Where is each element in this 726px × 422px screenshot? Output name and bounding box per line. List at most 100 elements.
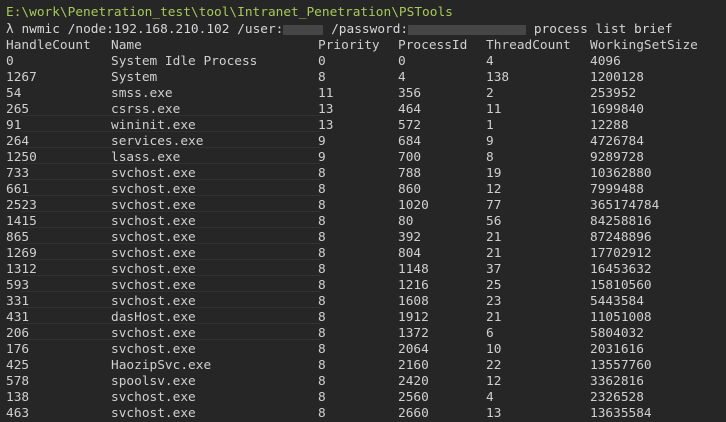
- cell-name: svchost.exe: [111, 166, 196, 181]
- table-row: 425 HaozipSvc.exe 8 2160 22 13557760: [0, 358, 726, 374]
- cell-workingsetsize: 16453632: [590, 262, 652, 277]
- table-row: 865 svchost.exe 8 392 21 87248896: [0, 230, 726, 246]
- header-handlecount: HandleCount: [6, 38, 91, 53]
- cell-processid: 684: [398, 134, 422, 149]
- table-row: 2523 svchost.exe 8 1020 77 365174784: [0, 198, 726, 214]
- cell-handlecount: 661: [6, 182, 30, 197]
- cell-workingsetsize: 13635584: [590, 406, 652, 421]
- cell-processid: 2420: [398, 374, 429, 389]
- table-row: 733 svchost.exe 8 788 19 10362880: [0, 166, 726, 182]
- cell-name: System: [111, 70, 158, 85]
- table-row: 0 System Idle Process 0 0 4 4096: [0, 54, 726, 70]
- cell-processid: 1372: [398, 326, 429, 341]
- cell-priority: 8: [318, 374, 326, 389]
- cell-processid: 1148: [398, 262, 429, 277]
- cell-handlecount: 1312: [6, 262, 37, 277]
- cell-priority: 8: [318, 406, 326, 421]
- cell-handlecount: 138: [6, 390, 30, 405]
- cell-processid: 2660: [398, 406, 429, 421]
- cell-threadcount: 2: [486, 86, 494, 101]
- table-row: 1415 svchost.exe 8 80 56 84258816: [0, 214, 726, 230]
- cell-processid: 0: [398, 54, 406, 69]
- command-line[interactable]: λ nwmic /node:192.168.210.102 /user: /pa…: [6, 22, 673, 38]
- cell-handlecount: 1415: [6, 214, 37, 229]
- cell-name: svchost.exe: [111, 294, 196, 309]
- cell-workingsetsize: 87248896: [590, 230, 652, 245]
- header-processid: ProcessId: [398, 38, 468, 53]
- terminal-window[interactable]: E:\work\Penetration_test\tool\Intranet_P…: [0, 0, 726, 422]
- cell-priority: 8: [318, 342, 326, 357]
- cell-handlecount: 265: [6, 102, 30, 117]
- cell-handlecount: 0: [6, 54, 14, 69]
- cell-priority: 11: [318, 86, 334, 101]
- cell-processid: 804: [398, 246, 422, 261]
- cell-processid: 4: [398, 70, 406, 85]
- cell-priority: 8: [318, 198, 326, 213]
- cell-threadcount: 1: [486, 118, 494, 133]
- cell-workingsetsize: 13557760: [590, 358, 652, 373]
- cell-handlecount: 264: [6, 134, 30, 149]
- cell-name: svchost.exe: [111, 390, 196, 405]
- cell-threadcount: 77: [486, 198, 502, 213]
- cell-processid: 2160: [398, 358, 429, 373]
- cell-name: svchost.exe: [111, 262, 196, 277]
- cell-threadcount: 12: [486, 182, 502, 197]
- cell-threadcount: 11: [486, 102, 502, 117]
- table-row: 593 svchost.exe 8 1216 25 15810560: [0, 278, 726, 294]
- cell-name: smss.exe: [111, 86, 173, 101]
- table-row: 265 csrss.exe 13 464 11 1699840: [0, 102, 726, 118]
- header-priority: Priority: [318, 38, 380, 53]
- cell-name: wininit.exe: [111, 118, 196, 133]
- cell-workingsetsize: 2031616: [590, 342, 644, 357]
- cell-name: svchost.exe: [111, 230, 196, 245]
- table-row: 1250 lsass.exe 9 700 8 9289728: [0, 150, 726, 166]
- cell-handlecount: 331: [6, 294, 30, 309]
- cell-processid: 2560: [398, 390, 429, 405]
- cell-processid: 464: [398, 102, 422, 117]
- table-row: 1269 svchost.exe 8 804 21 17702912: [0, 246, 726, 262]
- cell-processid: 1912: [398, 310, 429, 325]
- cell-threadcount: 37: [486, 262, 502, 277]
- command-text-password: /password:: [323, 22, 409, 37]
- cell-priority: 8: [318, 246, 326, 261]
- cell-threadcount: 56: [486, 214, 502, 229]
- cell-handlecount: 431: [6, 310, 30, 325]
- table-row: 1267 System 8 4 138 1200128: [0, 70, 726, 86]
- cell-handlecount: 593: [6, 278, 30, 293]
- cell-workingsetsize: 2326528: [590, 390, 644, 405]
- table-row: 206 svchost.exe 8 1372 6 5804032: [0, 326, 726, 342]
- cell-handlecount: 865: [6, 230, 30, 245]
- cell-name: svchost.exe: [111, 214, 196, 229]
- cell-name: HaozipSvc.exe: [111, 358, 212, 373]
- cell-name: svchost.exe: [111, 198, 196, 213]
- cell-workingsetsize: 4096: [590, 54, 621, 69]
- table-header-row: HandleCount Name Priority ProcessId Thre…: [0, 38, 726, 54]
- cell-processid: 700: [398, 150, 422, 165]
- cell-workingsetsize: 10362880: [590, 166, 652, 181]
- cell-threadcount: 9: [486, 134, 494, 149]
- header-name: Name: [111, 38, 142, 53]
- table-row: 54 smss.exe 11 356 2 253952: [0, 86, 726, 102]
- table-row: 1312 svchost.exe 8 1148 37 16453632: [0, 262, 726, 278]
- table-row: 176 svchost.exe 8 2064 10 2031616: [0, 342, 726, 358]
- cell-workingsetsize: 9289728: [590, 150, 644, 165]
- cell-name: svchost.exe: [111, 278, 196, 293]
- cell-threadcount: 22: [486, 358, 502, 373]
- cell-threadcount: 13: [486, 406, 502, 421]
- cell-workingsetsize: 5804032: [590, 326, 644, 341]
- cell-threadcount: 10: [486, 342, 502, 357]
- cell-name: System Idle Process: [111, 54, 258, 69]
- cell-threadcount: 12: [486, 374, 502, 389]
- cell-threadcount: 19: [486, 166, 502, 181]
- header-threadcount: ThreadCount: [486, 38, 571, 53]
- command-text-end: process list brief: [526, 22, 673, 37]
- cell-priority: 8: [318, 278, 326, 293]
- cell-name: svchost.exe: [111, 326, 196, 341]
- cell-priority: 0: [318, 54, 326, 69]
- cell-threadcount: 21: [486, 246, 502, 261]
- cell-threadcount: 4: [486, 54, 494, 69]
- cell-handlecount: 54: [6, 86, 22, 101]
- cell-workingsetsize: 3362816: [590, 374, 644, 389]
- cell-priority: 8: [318, 326, 326, 341]
- cell-threadcount: 25: [486, 278, 502, 293]
